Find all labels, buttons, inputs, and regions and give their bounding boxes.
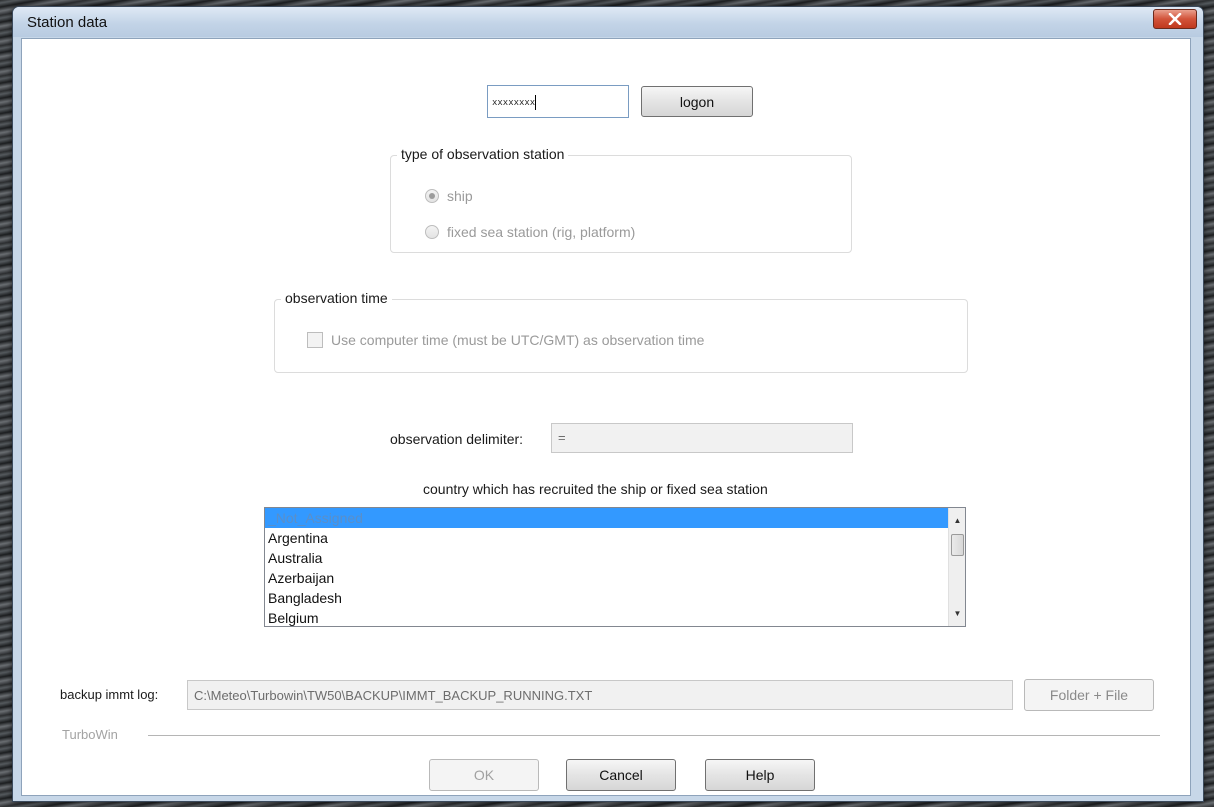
station-type-legend: type of observation station [397, 146, 569, 162]
backup-path-field[interactable]: C:\Meteo\Turbowin\TW50\BACKUP\IMMT_BACKU… [187, 680, 1013, 710]
radio-ship[interactable]: ship [425, 188, 473, 204]
observation-time-group: observation time Use computer time (must… [274, 290, 968, 373]
radio-selected-dot [429, 193, 435, 199]
window-title: Station data [27, 14, 108, 31]
station-type-group: type of observation station ship fixed s… [390, 146, 852, 253]
observation-delimiter-label: observation delimiter: [390, 431, 524, 447]
cancel-button[interactable]: Cancel [566, 759, 676, 791]
station-data-dialog: Station data xxxxxxxx logon type of obse… [12, 6, 1204, 802]
country-list-items: _Not_Assigned Argentina Australia Azerba… [265, 508, 949, 626]
list-item[interactable]: Bangladesh [265, 588, 949, 608]
fixed-sea-station-label: fixed sea station (rig, platform) [447, 224, 636, 240]
country-label: country which has recruited the ship or … [423, 481, 768, 497]
list-item[interactable]: Belgium [265, 608, 949, 626]
close-button[interactable] [1153, 9, 1197, 29]
country-listbox[interactable]: _Not_Assigned Argentina Australia Azerba… [264, 507, 966, 627]
list-item[interactable]: _Not_Assigned [265, 508, 949, 528]
scroll-down-arrow-icon[interactable]: ▼ [949, 605, 965, 622]
list-item[interactable]: Argentina [265, 528, 949, 548]
ship-radio-button[interactable] [425, 189, 439, 203]
title-bar[interactable]: Station data [13, 7, 1203, 37]
radio-fixed-sea-station[interactable]: fixed sea station (rig, platform) [425, 224, 635, 240]
list-item[interactable]: Azerbaijan [265, 568, 949, 588]
fixed-sea-station-radio-button[interactable] [425, 225, 439, 239]
password-input[interactable]: xxxxxxxx [487, 85, 629, 118]
scroll-up-arrow-icon[interactable]: ▲ [949, 512, 965, 529]
folder-file-button[interactable]: Folder + File [1024, 679, 1154, 711]
logon-button[interactable]: logon [641, 86, 753, 117]
password-value: xxxxxxxx [492, 97, 536, 108]
close-icon [1168, 13, 1182, 25]
use-computer-time-label: Use computer time (must be UTC/GMT) as o… [331, 332, 705, 348]
use-computer-time-checkbox[interactable] [307, 332, 323, 348]
ok-button[interactable]: OK [429, 759, 539, 791]
dialog-content: xxxxxxxx logon type of observation stati… [21, 38, 1191, 796]
ship-label: ship [447, 188, 473, 204]
observation-delimiter-field[interactable]: = [551, 423, 853, 453]
observation-time-legend: observation time [281, 290, 392, 306]
backup-immt-log-label: backup immt log: [60, 687, 159, 702]
text-cursor [535, 95, 537, 110]
country-scrollbar[interactable]: ▲ ▼ [948, 508, 965, 626]
scroll-thumb[interactable] [951, 534, 964, 556]
footer-separator [148, 735, 1160, 736]
use-computer-time-option[interactable]: Use computer time (must be UTC/GMT) as o… [307, 332, 704, 348]
help-button[interactable]: Help [705, 759, 815, 791]
turbowin-group-label: TurboWin [62, 727, 118, 742]
list-item[interactable]: Australia [265, 548, 949, 568]
